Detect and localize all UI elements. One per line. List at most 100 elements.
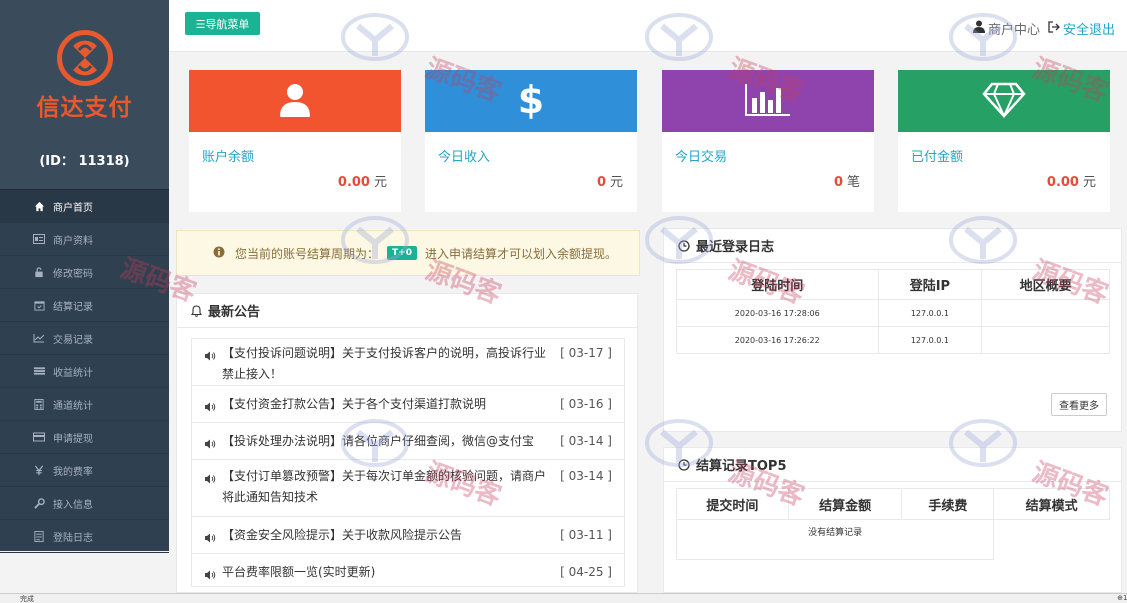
bar-chart-icon	[745, 83, 791, 119]
speaker-icon	[204, 431, 218, 451]
list-item[interactable]: 【支付订单篡改预警】关于每次订单金额的核验问题，请商户将此通知告知技术 [ 03…	[191, 459, 625, 516]
table-cell: 2020-03-16 17:26:22	[676, 326, 879, 354]
card-value: 0.00 元	[337, 175, 387, 190]
merchant-id: (ID： 11318)	[39, 154, 130, 169]
column-header: 登陆IP	[877, 269, 983, 300]
table-row: 没有结算记录	[675, 519, 1110, 560]
card-header	[189, 70, 401, 132]
clock-icon	[678, 239, 690, 252]
id-card-icon	[33, 233, 45, 245]
calculator-icon	[33, 398, 45, 410]
column-header: 登陆时间	[676, 269, 879, 300]
sidebar-item-label: 修改密码	[53, 268, 93, 280]
announcement-date: [ 03-14 ]	[560, 469, 612, 483]
list-item[interactable]: 平台费率限额一览(实时更新) [ 04-25 ]	[191, 553, 625, 587]
settlement-title: 结算记录TOP5	[696, 459, 787, 474]
paid-amount-card: 已付金额 0.00 元	[898, 70, 1110, 212]
sidebar-item-settlement[interactable]: 结算记录	[0, 289, 169, 322]
settlement-cycle-badge: T+0	[387, 246, 417, 260]
sidebar-item-profile[interactable]: 商户资料	[0, 223, 169, 256]
logo-area: 信达支付 (ID： 11318)	[0, 0, 169, 190]
merchant-center-link[interactable]: 商户中心	[972, 19, 1040, 38]
sidebar-item-password[interactable]: 修改密码	[0, 256, 169, 289]
table-cell	[981, 326, 1110, 354]
view-more-button[interactable]: 查看更多	[1051, 393, 1107, 416]
card-label: 已付金额	[911, 150, 964, 165]
sidebar-item-integration[interactable]: 接入信息	[0, 487, 169, 520]
announcement-date: [ 03-11 ]	[560, 528, 612, 542]
sidebar-item-label: 申请提现	[53, 433, 93, 445]
clock-icon	[678, 458, 690, 471]
sidebar-item-home[interactable]: 商户首页	[0, 190, 169, 223]
wrench-icon	[33, 497, 45, 509]
today-income-card: $ 今日收入 0元	[425, 70, 637, 212]
list-item[interactable]: 【支付资金打款公告】关于各个支付渠道打款说明 [ 03-16 ]	[191, 385, 625, 422]
speaker-icon	[204, 562, 218, 580]
table-cell	[994, 520, 1110, 560]
sidebar-item-label: 商户资料	[53, 235, 93, 247]
column-header: 提交时间	[676, 488, 789, 520]
nav-menu-button[interactable]: ☰导航菜单	[185, 12, 260, 35]
sidebar-item-transactions[interactable]: 交易记录	[0, 322, 169, 355]
table-cell	[981, 299, 1110, 327]
announcement-date: [ 03-17 ]	[560, 346, 612, 360]
announcement-text[interactable]: 【投诉处理办法说明】请各位商户仔细查阅，微信@支付宝	[222, 431, 552, 451]
sidebar-item-earnings[interactable]: 收益统计	[0, 355, 169, 388]
list-item[interactable]: 【资金安全风险提示】关于收款风险提示公告 [ 03-11 ]	[191, 516, 625, 553]
settlement-table: 提交时间 结算金额 手续费 结算模式 没有结算记录	[675, 488, 1110, 560]
dollar-icon: $	[518, 78, 544, 123]
announcement-text[interactable]: 【支付订单篡改预警】关于每次订单金额的核验问题，请商户将此通知告知技术	[222, 466, 552, 508]
login-log-table: 登陆时间 登陆IP 地区概要 2020-03-16 17:28:06 127.0…	[676, 269, 1110, 354]
list-icon	[33, 365, 45, 377]
speaker-icon	[204, 343, 218, 377]
column-header: 结算模式	[993, 488, 1110, 520]
status-text: 完成	[20, 595, 34, 603]
table-header-row: 登陆时间 登陆IP 地区概要	[676, 269, 1110, 300]
announcement-text[interactable]: 【支付投诉问题说明】关于支付投诉客户的说明，高投诉行业禁止接入！	[222, 343, 552, 381]
sidebar-item-label: 我的费率	[53, 466, 93, 478]
speaker-icon	[204, 466, 218, 508]
column-header: 结算金额	[787, 488, 903, 520]
topbar: ☰导航菜单 商户中心 安全退出	[169, 0, 1127, 52]
diamond-icon	[982, 82, 1026, 121]
lock-icon	[33, 266, 45, 278]
announcement-text[interactable]: 平台费率限额一览(实时更新)	[222, 562, 552, 579]
login-log-panel: 最近登录日志 登陆时间 登陆IP 地区概要 2020-03-16 17:28:0…	[663, 228, 1122, 432]
card-header: $	[425, 70, 637, 132]
table-cell: 127.0.0.1	[877, 326, 983, 354]
sidebar-nav: 商户首页 商户资料 修改密码 结算记录 交易记录 收益统计 通道统计 申请提现	[0, 190, 169, 553]
settlement-panel: 结算记录TOP5 提交时间 结算金额 手续费 结算模式 没有结算记录	[663, 447, 1122, 593]
panel-title: 结算记录TOP5	[664, 448, 1121, 482]
sidebar-item-label: 通道统计	[53, 400, 93, 412]
announcement-text[interactable]: 【支付资金打款公告】关于各个支付渠道打款说明	[222, 394, 552, 414]
table-cell: 2020-03-16 17:28:06	[676, 299, 879, 327]
announcement-date: [ 03-14 ]	[560, 434, 612, 448]
list-item[interactable]: 【支付投诉问题说明】关于支付投诉客户的说明，高投诉行业禁止接入！ [ 03-17…	[191, 338, 625, 385]
announcement-date: [ 03-16 ]	[560, 397, 612, 411]
list-item[interactable]: 【投诉处理办法说明】请各位商户仔细查阅，微信@支付宝 [ 03-14 ]	[191, 422, 625, 459]
sidebar-item-withdraw[interactable]: 申请提现	[0, 421, 169, 454]
svg-text:$: $	[518, 80, 544, 120]
user-icon	[972, 20, 985, 37]
table-cell: 127.0.0.1	[877, 299, 983, 327]
announcement-date: [ 04-25 ]	[560, 565, 612, 579]
zoom-level[interactable]: ⊕ 100	[1117, 594, 1127, 602]
sidebar-item-label: 商户首页	[53, 202, 93, 214]
brand-name: 信达支付	[36, 95, 133, 121]
sidebar-item-login-log[interactable]: 登陆日志	[0, 520, 169, 553]
table-header-row: 提交时间 结算金额 手续费 结算模式	[676, 488, 1110, 520]
sidebar-item-label: 交易记录	[53, 334, 93, 346]
logout-icon	[1048, 20, 1060, 37]
logout-link[interactable]: 安全退出	[1048, 19, 1115, 38]
sidebar-item-label: 结算记录	[53, 301, 93, 313]
card-value: 0.00 元	[1046, 175, 1096, 190]
yen-icon	[33, 464, 45, 476]
announcements-title: 最新公告	[208, 305, 261, 320]
sidebar-item-rates[interactable]: 我的费率	[0, 454, 169, 487]
announcement-text[interactable]: 【资金安全风险提示】关于收款风险提示公告	[222, 525, 552, 545]
table-row: 2020-03-16 17:26:22 127.0.0.1	[676, 326, 1110, 354]
column-header: 地区概要	[981, 269, 1110, 300]
notice-text: 您当前的账号结算周期为：	[235, 246, 380, 261]
sidebar-item-channels[interactable]: 通道统计	[0, 388, 169, 421]
logout-label: 安全退出	[1062, 23, 1115, 38]
